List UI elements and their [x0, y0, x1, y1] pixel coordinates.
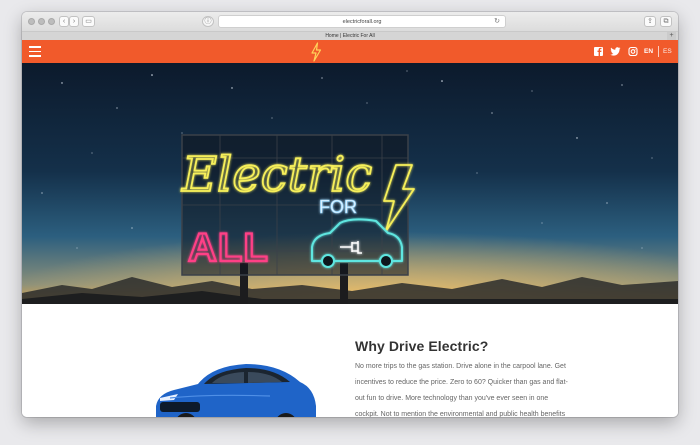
site-header: EN ES — [22, 40, 678, 63]
share-button[interactable]: ⇪ — [644, 16, 656, 27]
zoom-window-button[interactable] — [48, 18, 55, 25]
section-title: Why Drive Electric? — [355, 338, 489, 354]
sidebar-button[interactable]: ▭ — [82, 16, 95, 27]
neon-all-text: ALL — [188, 226, 269, 270]
language-en-link[interactable]: EN — [644, 46, 653, 57]
electric-bolt-logo-icon[interactable] — [310, 42, 322, 62]
neon-for-text: FOR — [319, 197, 357, 217]
address-url: electricforall.org — [342, 19, 382, 25]
language-divider — [658, 46, 659, 57]
new-tab-button[interactable]: + — [667, 32, 676, 40]
tabs-overview-button[interactable]: ⧉ — [660, 16, 672, 27]
browser-window: ‹ › ▭ ⓘ electricforall.org ↻ ⇪ ⧉ Home | … — [22, 12, 678, 417]
privacy-report-button[interactable]: ⓘ — [202, 16, 214, 27]
language-es-link[interactable]: ES — [663, 46, 672, 57]
blue-electric-car-image — [156, 364, 316, 417]
share-icon: ⇪ — [647, 18, 653, 25]
plus-icon: + — [669, 32, 674, 39]
twitter-icon[interactable] — [610, 46, 621, 57]
instagram-icon[interactable] — [628, 46, 638, 57]
sidebar-icon: ▭ — [85, 18, 92, 25]
address-bar[interactable]: electricforall.org ↻ — [218, 15, 506, 28]
neon-electric-text: Electric — [181, 147, 372, 203]
chevron-left-icon: ‹ — [62, 18, 66, 25]
browser-toolbar: ‹ › ▭ ⓘ electricforall.org ↻ ⇪ ⧉ — [22, 12, 678, 32]
back-button[interactable]: ‹ — [59, 16, 69, 27]
why-drive-electric-section: Why Drive Electric? No more trips to the… — [22, 304, 678, 417]
menu-hamburger-icon[interactable] — [29, 46, 41, 57]
forward-button[interactable]: › — [69, 16, 79, 27]
reload-icon[interactable]: ↻ — [494, 16, 500, 27]
section-body-text: No more trips to the gas station. Drive … — [355, 363, 568, 417]
chevron-right-icon: › — [72, 18, 76, 25]
info-icon: ⓘ — [204, 18, 212, 25]
close-window-button[interactable] — [28, 18, 35, 25]
tabs-icon: ⧉ — [663, 18, 669, 25]
hero-night-sky-billboard: Electric FOR ALL — [22, 70, 678, 304]
tab-title[interactable]: Home | Electric For All — [22, 32, 678, 40]
facebook-icon[interactable] — [594, 46, 603, 57]
minimize-window-button[interactable] — [38, 18, 45, 25]
hero-image: Electric FOR ALL — [22, 63, 678, 304]
